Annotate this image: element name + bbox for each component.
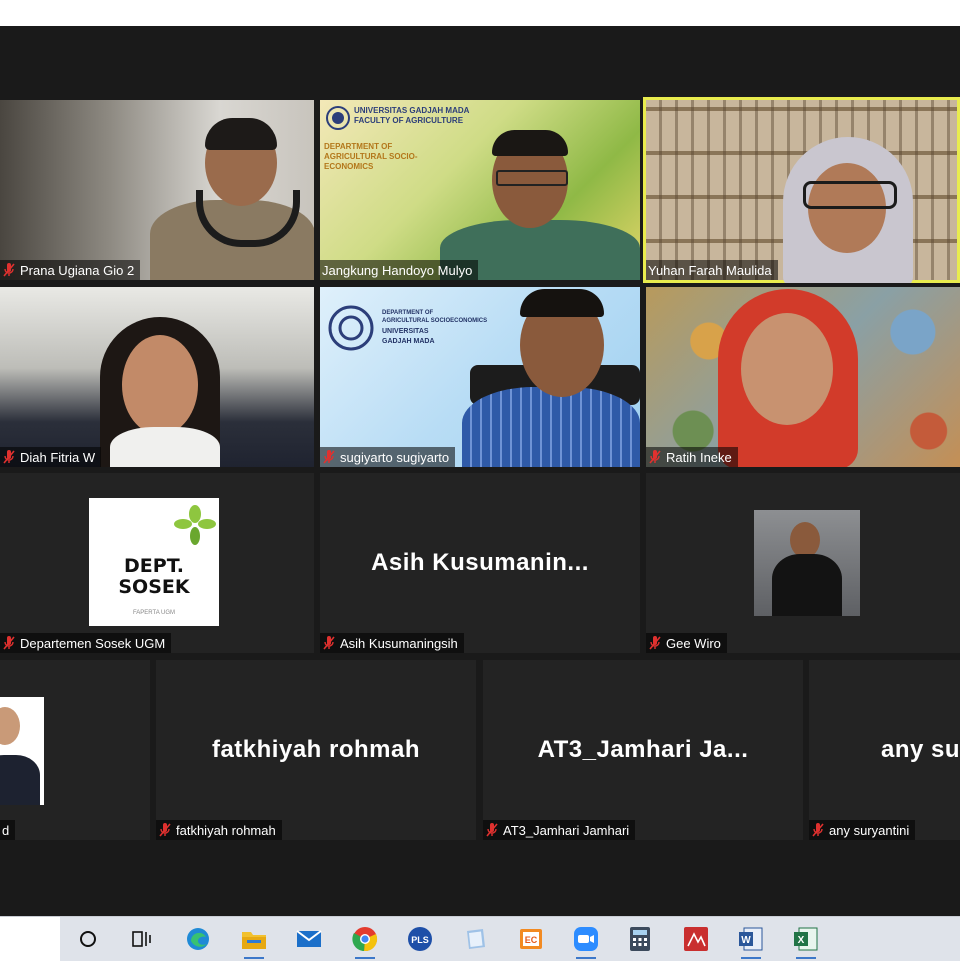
participant-tile-fatkhiyah[interactable]: fatkhiyah rohmah fatkhiyah rohmah (156, 660, 476, 840)
office-app-icon[interactable]: EC (517, 925, 545, 953)
banner-line-1: DEPARTMENT OF (382, 310, 434, 316)
participant-tile-yuhan-active-speaker[interactable]: Yuhan Farah Maulida (643, 97, 960, 283)
banner-line-4: GADJAH MADA (382, 338, 435, 345)
pdf-app-icon[interactable] (682, 925, 710, 953)
participant-name: Diah Fitria W (20, 449, 96, 465)
banner-line-3: UNIVERSITAS (382, 328, 429, 335)
leaf-icon (174, 505, 216, 545)
excel-icon[interactable]: X (792, 925, 820, 959)
office-label: EC (525, 935, 538, 945)
participant-tile-jamhari[interactable]: AT3_Jamhari Ja... AT3_Jamhari Jamhari (483, 660, 803, 840)
university-seal-icon (326, 106, 350, 130)
participant-tile-ratih[interactable]: Ratih Ineke (646, 287, 960, 467)
participant-tile-gee-wiro[interactable]: Gee Wiro (646, 473, 960, 653)
participant-name: Asih Kusumaningsih (340, 635, 458, 651)
participant-tile-any[interactable]: any su any suryantini (809, 660, 960, 840)
logo-line-1: DEPT. (124, 555, 184, 577)
participant-name: Jangkung Handoyo Mulyo (322, 262, 473, 278)
participant-name-tag: sugiyarto sugiyarto (320, 447, 456, 467)
participant-name: sugiyarto sugiyarto (340, 449, 450, 465)
muted-mic-icon (3, 636, 15, 650)
participant-display-name: Asih Kusumanin... (371, 549, 589, 576)
edge-browser-icon[interactable] (184, 925, 212, 953)
participant-tile-departemen-sosek[interactable]: DEPT. SOSEK FAPERTA UGM Departemen Sosek… (0, 473, 314, 653)
participant-display-name: fatkhiyah rohmah (211, 736, 421, 763)
participant-name: Departemen Sosek UGM (20, 635, 166, 651)
word-label: W (741, 935, 751, 946)
participant-name: Ratih Ineke (666, 449, 732, 465)
participant-name-tag: Departemen Sosek UGM (0, 633, 172, 653)
pls-app-icon[interactable]: PLS (406, 925, 434, 953)
video-gallery: Prana Ugiana Gio 2 UNIVERSITAS GADJAH MA… (0, 26, 960, 916)
participant-display-name: AT3_Jamhari Ja... (537, 736, 749, 763)
muted-mic-icon (159, 823, 171, 837)
participant-name: d (2, 822, 10, 838)
university-seal-icon (328, 305, 374, 351)
participant-tile-partial[interactable]: d (0, 660, 150, 840)
logo-line-2: SOSEK (118, 576, 190, 598)
notes-icon[interactable] (462, 925, 490, 953)
participant-tile-prana[interactable]: Prana Ugiana Gio 2 (0, 100, 314, 280)
participant-name-tag: Diah Fitria W (0, 447, 102, 467)
logo-subtitle: FAPERTA UGM (132, 610, 176, 616)
participant-tile-diah[interactable]: Diah Fitria W (0, 287, 314, 467)
calculator-icon[interactable] (626, 925, 654, 953)
participant-tile-jangkung[interactable]: UNIVERSITAS GADJAH MADA FACULTY OF AGRIC… (320, 100, 640, 280)
muted-mic-icon (486, 823, 498, 837)
participant-name-tag: Yuhan Farah Maulida (646, 260, 778, 280)
participant-name-tag: any suryantini (809, 820, 916, 840)
banner-university: UNIVERSITAS GADJAH MADA (354, 106, 470, 115)
participant-name-tag: Asih Kusumaningsih (320, 633, 464, 653)
mail-icon[interactable] (295, 925, 323, 953)
participant-name: fatkhiyah rohmah (176, 822, 276, 838)
participant-name-tag: Prana Ugiana Gio 2 (0, 260, 141, 280)
word-icon[interactable]: W (737, 925, 765, 959)
zoom-icon[interactable] (572, 925, 600, 959)
participant-name: Yuhan Farah Maulida (648, 262, 772, 278)
participant-name: any suryantini (829, 822, 910, 838)
windows-taskbar: PLS EC W X (0, 916, 960, 961)
muted-mic-icon (649, 636, 661, 650)
participant-name-tag: Gee Wiro (646, 633, 727, 653)
file-explorer-icon[interactable] (240, 925, 268, 959)
participant-name-tag: Ratih Ineke (646, 447, 738, 467)
chrome-icon[interactable] (351, 925, 379, 959)
profile-photo (0, 697, 44, 805)
participant-name-tag: d (0, 820, 16, 840)
participant-name-tag: fatkhiyah rohmah (156, 820, 282, 840)
banner-line-2: AGRICULTURAL SOCIOECONOMICS (382, 318, 488, 324)
taskbar-search-box[interactable] (0, 917, 60, 961)
participant-tile-asih[interactable]: Asih Kusumanin... Asih Kusumaningsih (320, 473, 640, 653)
muted-mic-icon (3, 263, 15, 277)
muted-mic-icon (649, 450, 661, 464)
task-view-icon[interactable] (128, 925, 156, 953)
participant-display-name: any su (881, 736, 960, 763)
muted-mic-icon (812, 823, 824, 837)
profile-photo (754, 510, 860, 616)
banner-department: DEPARTMENT OF AGRICULTURAL SOCIO-ECONOMI… (324, 142, 418, 171)
muted-mic-icon (323, 450, 335, 464)
sosek-logo: DEPT. SOSEK FAPERTA UGM (89, 498, 219, 626)
muted-mic-icon (323, 636, 335, 650)
participant-name-tag: Jangkung Handoyo Mulyo (320, 260, 479, 280)
excel-label: X (798, 935, 805, 946)
participant-name: Prana Ugiana Gio 2 (20, 262, 135, 278)
banner-faculty: FACULTY OF AGRICULTURE (354, 116, 464, 125)
logo-text: DEPT. SOSEK (89, 556, 219, 598)
participant-tile-sugiyarto[interactable]: DEPARTMENT OF AGRICULTURAL SOCIOECONOMIC… (320, 287, 640, 467)
muted-mic-icon (3, 450, 15, 464)
participant-name: AT3_Jamhari Jamhari (503, 822, 630, 838)
participant-name: Gee Wiro (666, 635, 721, 651)
pls-label: PLS (411, 935, 429, 945)
participant-name-tag: AT3_Jamhari Jamhari (483, 820, 636, 840)
window-top-bar (0, 0, 960, 26)
search-circle-icon[interactable] (74, 925, 102, 953)
